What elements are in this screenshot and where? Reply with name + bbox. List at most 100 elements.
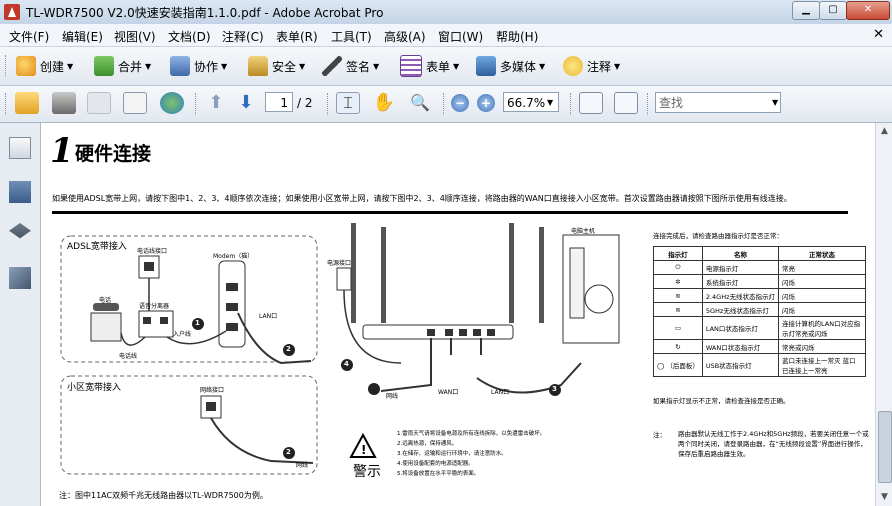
select-tool-icon[interactable]: ⌶	[336, 92, 360, 114]
toolbar-grip[interactable]	[5, 55, 9, 77]
create-button[interactable]: 创建 ▼	[16, 55, 73, 77]
fit-width-icon[interactable]	[579, 92, 603, 114]
indicator-name: LAN口状态指示灯	[701, 316, 780, 340]
indicator-name: USB状态指示灯	[701, 353, 780, 377]
table-row: ◯ （后面板） USB状态指示灯 蓝口未连接上一常灭 蓝口已连接上一常亮	[653, 353, 867, 377]
marquee-zoom-icon[interactable]: 🔍	[408, 92, 432, 114]
menu-window[interactable]: 窗口(W)	[438, 28, 483, 45]
indicator-status: 常亮或闪烁	[778, 339, 867, 354]
indicator-icon: ≋	[653, 302, 703, 317]
menu-help[interactable]: 帮助(H)	[496, 28, 538, 45]
scroll-thumb[interactable]	[878, 411, 892, 483]
forms-button[interactable]: 表单 ▼	[400, 55, 459, 77]
save-icon[interactable]	[87, 92, 111, 114]
indicator-icon: ↻	[653, 339, 703, 354]
indicator-status: 闪烁	[778, 302, 867, 317]
secure-label: 安全	[272, 59, 297, 74]
right-note-label: 注：	[653, 431, 666, 439]
minimize-button[interactable]: ▁	[792, 1, 820, 20]
table-header: 名称	[701, 246, 780, 261]
step-badge: 2	[286, 448, 291, 456]
menu-edit[interactable]: 编辑(E)	[62, 28, 103, 45]
previous-page-icon[interactable]: ⬆	[204, 92, 228, 114]
step-badge: 3	[552, 385, 557, 393]
hand-tool-icon[interactable]: ✋	[372, 92, 396, 114]
indicator-name: WAN口状态指示灯	[701, 339, 780, 354]
secure-button[interactable]: 安全 ▼	[248, 55, 305, 77]
sign-button[interactable]: 签名 ▼	[322, 55, 379, 77]
menu-file[interactable]: 文件(F)	[9, 28, 49, 45]
upload-icon[interactable]	[160, 92, 184, 114]
signatures-icon[interactable]	[9, 267, 31, 289]
host-label: 电脑主机	[571, 228, 596, 235]
splitter-label: 语音分离器	[139, 303, 170, 310]
scroll-up-icon[interactable]: ▲	[876, 123, 892, 140]
maximize-button[interactable]: ▢	[819, 1, 847, 20]
menu-tools[interactable]: 工具(T)	[331, 28, 372, 45]
menu-advanced[interactable]: 高级(A)	[384, 28, 426, 45]
indicator-status: 闪烁	[778, 288, 867, 303]
indicator-name: 2.4GHz无线状态指示灯	[701, 288, 780, 303]
task-toolbar: 创建 ▼ 合并 ▼ 协作 ▼ 安全 ▼ 签名 ▼ 表单 ▼ 多媒体 ▼ 注释 ▼	[0, 47, 892, 86]
bottom-note: 注：图中11AC双频千兆无线路由器以TL-WDR7500为例。	[59, 491, 268, 500]
comment-button[interactable]: 注释 ▼	[563, 55, 620, 77]
sign-label: 签名	[346, 59, 371, 74]
bookmarks-icon[interactable]	[9, 181, 31, 203]
page-number-input[interactable]: 1	[265, 92, 293, 112]
toolbar-separator	[195, 93, 199, 115]
adsl-title: ADSL宽带接入	[67, 242, 127, 252]
power-label: 电源接口	[327, 260, 352, 267]
print-icon[interactable]	[52, 92, 76, 114]
modem-label: Modem（猫）	[213, 253, 254, 260]
find-dropdown-icon[interactable]: ▼	[772, 98, 778, 107]
warning-list: 1.雷雨天气请将设备电源及所有连线拆除，以免遭雷击破坏。 2.远离热源，保持通风…	[397, 429, 545, 479]
pages-icon[interactable]	[9, 137, 31, 159]
fit-page-icon[interactable]	[614, 92, 638, 114]
phone-line-label: 电话线接口	[137, 248, 168, 255]
collaborate-button[interactable]: 协作 ▼	[170, 55, 227, 77]
multimedia-button[interactable]: 多媒体 ▼	[476, 55, 545, 77]
collaborate-icon	[170, 56, 190, 76]
layers-icon[interactable]	[9, 223, 31, 239]
cable-label: 网线	[296, 462, 309, 469]
close-button[interactable]: ✕	[846, 1, 890, 20]
multimedia-icon	[476, 56, 496, 76]
lan-label: LAN口	[259, 313, 278, 320]
form-icon	[400, 55, 422, 77]
find-input[interactable]: 查找	[655, 92, 781, 113]
create-label: 创建	[40, 59, 65, 74]
table-row: ↻ WAN口状态指示灯 常亮或闪烁	[653, 339, 867, 354]
open-folder-icon[interactable]	[15, 92, 39, 114]
out-line-label: 入户线	[173, 331, 192, 338]
menu-comments[interactable]: 注释(C)	[222, 28, 264, 45]
menu-view[interactable]: 视图(V)	[114, 28, 156, 45]
table-header: 正常状态	[778, 246, 867, 261]
zoom-dropdown-icon[interactable]: ▼	[547, 98, 553, 107]
indicator-status: 连接计算机的LAN口对应指示灯常亮或闪烁	[778, 316, 867, 340]
menu-document[interactable]: 文档(D)	[168, 28, 211, 45]
email-icon[interactable]	[123, 92, 147, 114]
vertical-scrollbar[interactable]: ▲ ▼	[875, 123, 892, 506]
indicator-icon: ✲	[653, 274, 703, 289]
network-port-label: 网络接口	[200, 387, 225, 394]
warning-item: 5.将设备放置在水平平稳的表面。	[397, 471, 480, 477]
pen-icon	[322, 56, 342, 76]
table-row: ✲ 系统指示灯 闪烁	[653, 274, 867, 289]
menu-forms[interactable]: 表单(R)	[276, 28, 318, 45]
wan-label: WAN口	[438, 389, 459, 396]
toolbar-separator	[443, 93, 447, 115]
combine-button[interactable]: 合并 ▼	[94, 55, 151, 77]
next-page-icon[interactable]: ⬇	[234, 92, 258, 114]
community-title: 小区宽带接入	[67, 383, 122, 393]
table-row: ≋ 2.4GHz无线状态指示灯 闪烁	[653, 288, 867, 303]
document-page[interactable]: 1 硬件连接 如果使用ADSL宽带上网，请按下图中1、2、3、4顺序依次连接；如…	[41, 123, 875, 506]
toolbar-grip[interactable]	[5, 93, 9, 115]
scroll-down-icon[interactable]: ▼	[876, 489, 892, 506]
indicator-icon: ⏻	[653, 260, 703, 275]
zoom-in-icon[interactable]: +	[477, 94, 495, 112]
router-lan-label: LAN口	[491, 389, 510, 396]
right-note: 路由器默认无线工作于2.4GHz和5GHz频段，若要关闭任意一个或两个同时关闭，…	[678, 430, 869, 458]
indicator-name: 5GHz无线状态指示灯	[701, 302, 780, 317]
document-close-icon[interactable]: ✕	[873, 27, 884, 42]
zoom-out-icon[interactable]: −	[451, 94, 469, 112]
